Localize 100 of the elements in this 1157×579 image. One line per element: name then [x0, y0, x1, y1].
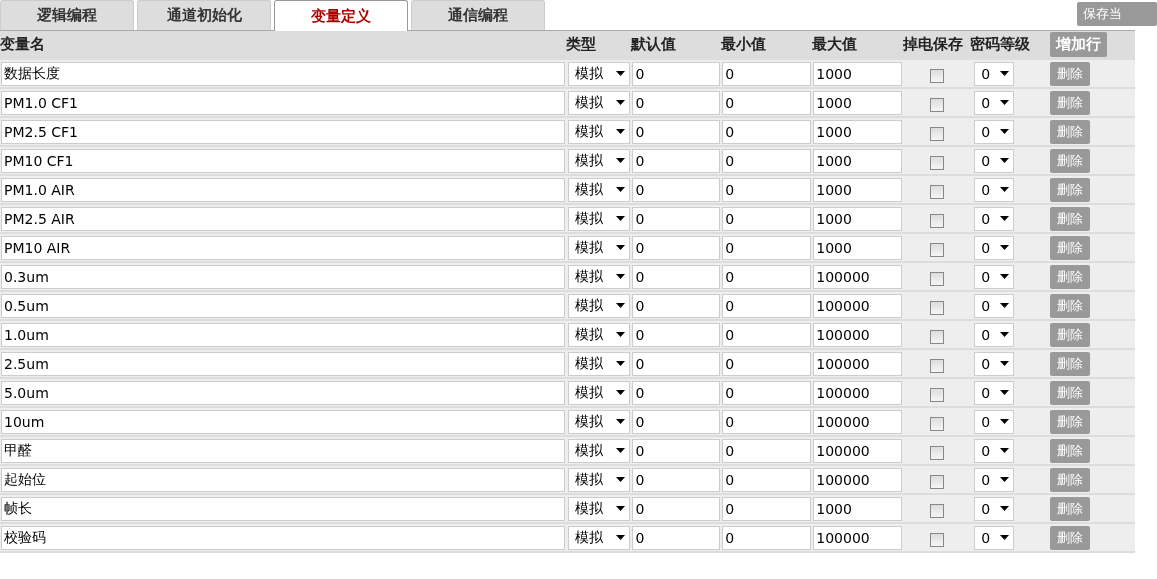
- type-dropdown[interactable]: 模拟: [567, 351, 630, 376]
- level-dropdown[interactable]: 0: [974, 148, 1015, 173]
- default-field[interactable]: 0: [632, 467, 721, 492]
- checkbox[interactable]: [929, 503, 944, 518]
- min-field[interactable]: 0: [722, 148, 812, 173]
- level-dropdown[interactable]: 0: [974, 525, 1015, 550]
- type-dropdown[interactable]: 模拟: [567, 409, 630, 434]
- min-field[interactable]: 0: [722, 496, 812, 521]
- default-field[interactable]: 0: [632, 438, 721, 463]
- name-field[interactable]: 1.0um: [1, 322, 565, 347]
- checkbox[interactable]: [929, 416, 944, 431]
- type-dropdown[interactable]: 模拟: [567, 293, 630, 318]
- type-dropdown[interactable]: 模拟: [567, 177, 630, 202]
- level-dropdown[interactable]: 0: [974, 264, 1015, 289]
- min-field[interactable]: 0: [722, 467, 812, 492]
- type-dropdown[interactable]: 模拟: [567, 380, 630, 405]
- min-field[interactable]: 0: [722, 351, 812, 376]
- name-field[interactable]: 2.5um: [1, 351, 565, 376]
- type-dropdown[interactable]: 模拟: [567, 264, 630, 289]
- name-field[interactable]: PM10 CF1: [1, 148, 565, 173]
- max-field[interactable]: 1000: [813, 177, 903, 202]
- type-dropdown[interactable]: 模拟: [567, 322, 630, 347]
- min-field[interactable]: 0: [722, 438, 812, 463]
- tab[interactable]: 逻辑编程: [0, 0, 134, 30]
- type-dropdown[interactable]: 模拟: [567, 235, 630, 260]
- default-field[interactable]: 0: [632, 206, 721, 231]
- level-dropdown[interactable]: 0: [974, 438, 1015, 463]
- max-field[interactable]: 1000: [813, 61, 903, 86]
- level-dropdown[interactable]: 0: [974, 322, 1015, 347]
- max-field[interactable]: 100000: [813, 264, 903, 289]
- max-field[interactable]: 1000: [813, 235, 903, 260]
- max-field[interactable]: 1000: [813, 496, 903, 521]
- name-field[interactable]: 帧长: [1, 496, 565, 521]
- level-dropdown[interactable]: 0: [974, 351, 1015, 376]
- checkbox[interactable]: [929, 271, 944, 286]
- name-field[interactable]: PM1.0 CF1: [1, 90, 565, 115]
- checkbox[interactable]: [929, 97, 944, 112]
- min-field[interactable]: 0: [722, 177, 812, 202]
- name-field[interactable]: 0.3um: [1, 264, 565, 289]
- type-dropdown[interactable]: 模拟: [567, 148, 630, 173]
- min-field[interactable]: 0: [722, 264, 812, 289]
- name-field[interactable]: 10um: [1, 409, 565, 434]
- min-field[interactable]: 0: [722, 90, 812, 115]
- checkbox[interactable]: [929, 68, 944, 83]
- type-dropdown[interactable]: 模拟: [567, 438, 630, 463]
- min-field[interactable]: 0: [722, 409, 812, 434]
- max-field[interactable]: 100000: [813, 525, 903, 550]
- checkbox[interactable]: [929, 445, 944, 460]
- name-field[interactable]: PM10 AIR: [1, 235, 565, 260]
- default-field[interactable]: 0: [632, 235, 721, 260]
- type-dropdown[interactable]: 模拟: [567, 496, 630, 521]
- default-field[interactable]: 0: [632, 409, 721, 434]
- name-field[interactable]: PM1.0 AIR: [1, 177, 565, 202]
- type-dropdown[interactable]: 模拟: [567, 467, 630, 492]
- level-dropdown[interactable]: 0: [974, 119, 1015, 144]
- max-field[interactable]: 100000: [813, 467, 903, 492]
- default-field[interactable]: 0: [632, 351, 721, 376]
- name-field[interactable]: 校验码: [1, 525, 565, 550]
- min-field[interactable]: 0: [722, 293, 812, 318]
- tab[interactable]: 通道初始化: [137, 0, 271, 30]
- checkbox[interactable]: [929, 532, 944, 547]
- max-field[interactable]: 100000: [813, 351, 903, 376]
- max-field[interactable]: 1000: [813, 119, 903, 144]
- name-field[interactable]: 数据长度: [1, 61, 565, 86]
- name-field[interactable]: 起始位: [1, 467, 565, 492]
- min-field[interactable]: 0: [722, 380, 812, 405]
- name-field[interactable]: 甲醛: [1, 438, 565, 463]
- default-field[interactable]: 0: [632, 177, 721, 202]
- type-dropdown[interactable]: 模拟: [567, 525, 630, 550]
- checkbox[interactable]: [929, 300, 944, 315]
- default-field[interactable]: 0: [632, 380, 721, 405]
- checkbox[interactable]: [929, 155, 944, 170]
- min-field[interactable]: 0: [722, 61, 812, 86]
- default-field[interactable]: 0: [632, 119, 721, 144]
- default-field[interactable]: 0: [632, 496, 721, 521]
- level-dropdown[interactable]: 0: [974, 293, 1015, 318]
- level-dropdown[interactable]: 0: [974, 61, 1015, 86]
- name-field[interactable]: PM2.5 CF1: [1, 119, 565, 144]
- default-field[interactable]: 0: [632, 148, 721, 173]
- level-dropdown[interactable]: 0: [974, 235, 1015, 260]
- type-dropdown[interactable]: 模拟: [567, 206, 630, 231]
- min-field[interactable]: 0: [722, 235, 812, 260]
- checkbox[interactable]: [929, 358, 944, 373]
- default-field[interactable]: 0: [632, 525, 721, 550]
- min-field[interactable]: 0: [722, 119, 812, 144]
- level-dropdown[interactable]: 0: [974, 496, 1015, 521]
- min-field[interactable]: 0: [722, 525, 812, 550]
- min-field[interactable]: 0: [722, 322, 812, 347]
- max-field[interactable]: 1000: [813, 90, 903, 115]
- default-field[interactable]: 0: [632, 61, 721, 86]
- checkbox[interactable]: [929, 242, 944, 257]
- max-field[interactable]: 100000: [813, 322, 903, 347]
- checkbox[interactable]: [929, 213, 944, 228]
- default-field[interactable]: 0: [632, 322, 721, 347]
- max-field[interactable]: 100000: [813, 409, 903, 434]
- level-dropdown[interactable]: 0: [974, 467, 1015, 492]
- max-field[interactable]: 100000: [813, 293, 903, 318]
- level-dropdown[interactable]: 0: [974, 177, 1015, 202]
- default-field[interactable]: 0: [632, 90, 721, 115]
- level-dropdown[interactable]: 0: [974, 409, 1015, 434]
